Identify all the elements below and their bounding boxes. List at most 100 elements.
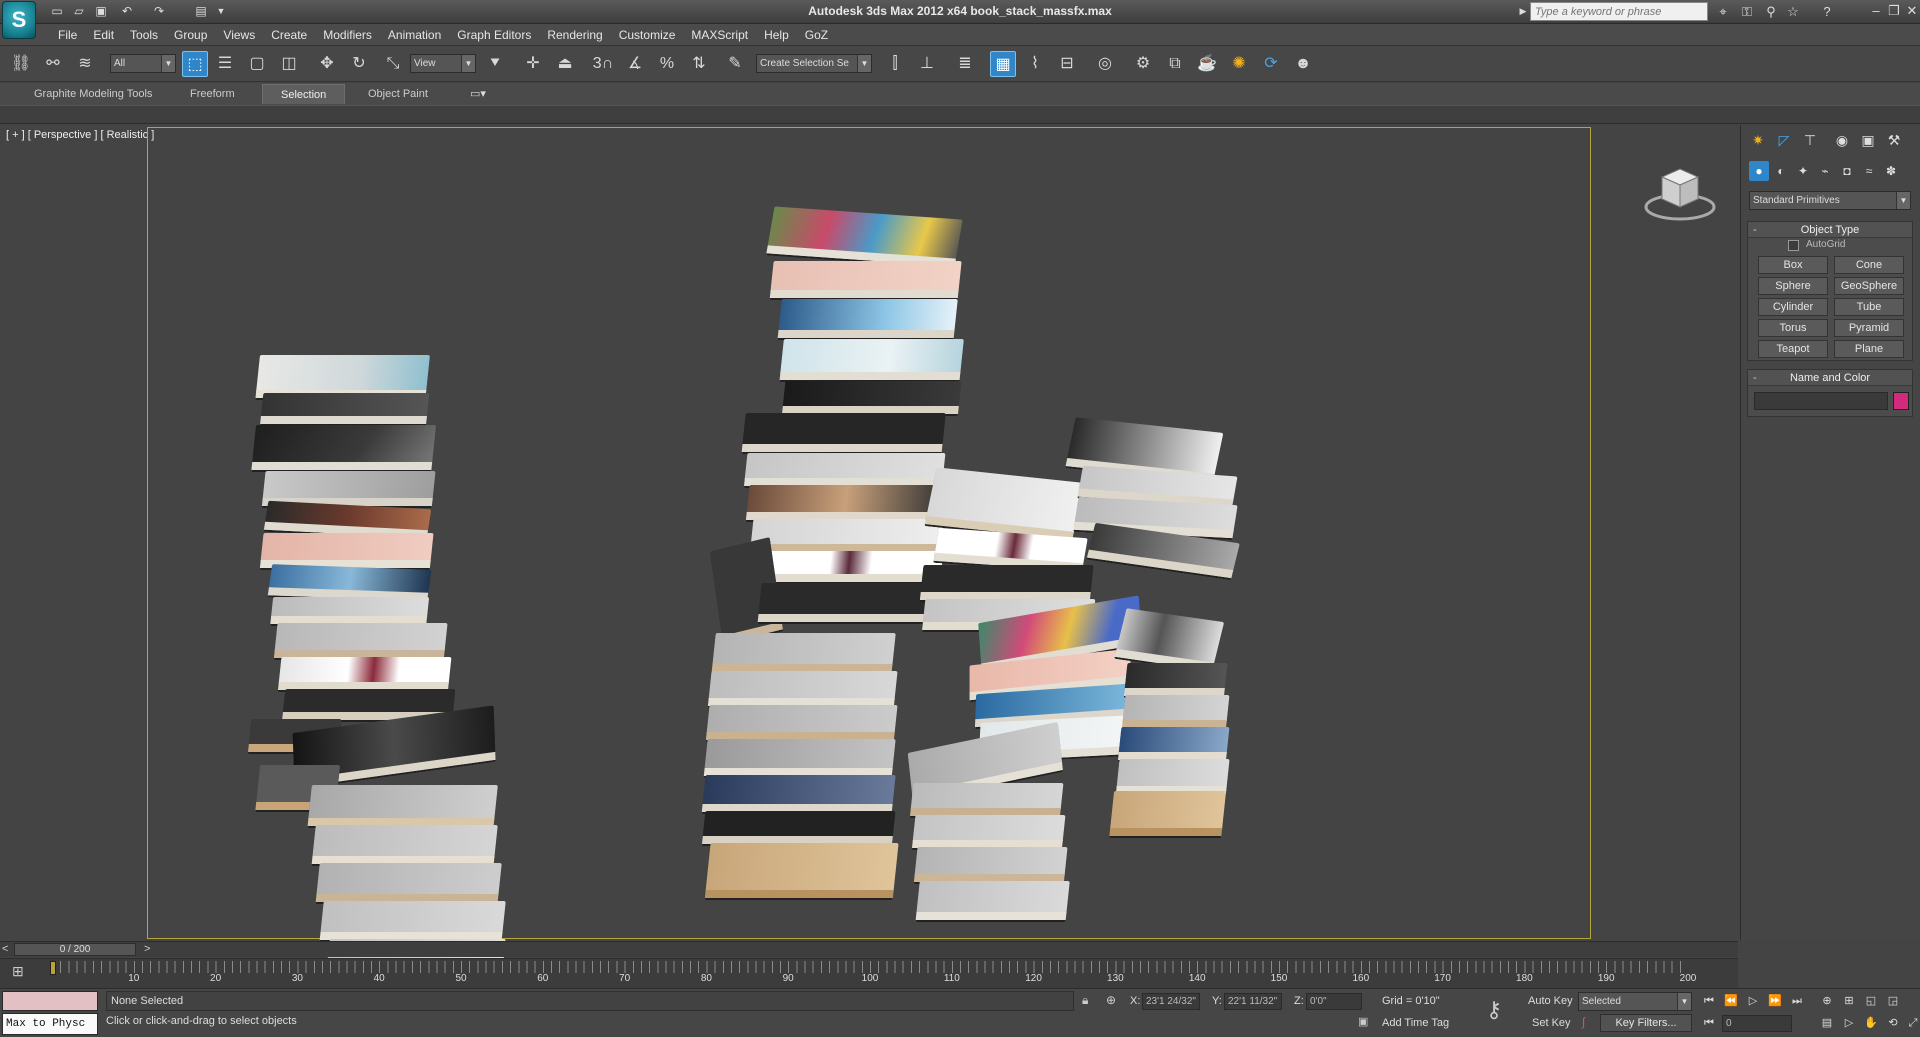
snaps-toggle-icon[interactable]: 3∩ bbox=[590, 51, 616, 77]
torus-button[interactable]: Torus bbox=[1758, 319, 1828, 337]
book[interactable] bbox=[782, 381, 962, 409]
ribbon-options-icon[interactable]: ▭▾ bbox=[470, 87, 486, 100]
modify-panel-icon[interactable]: ◸ bbox=[1773, 129, 1795, 151]
key-mode-toggle-icon[interactable]: ⏮ bbox=[1700, 1015, 1718, 1031]
menu-graph-editors[interactable]: Graph Editors bbox=[449, 28, 539, 42]
tube-button[interactable]: Tube bbox=[1834, 298, 1904, 316]
graphite-toggle-icon[interactable]: ▦ bbox=[990, 51, 1016, 77]
selection-filter-dropdown[interactable]: All ▼ bbox=[110, 54, 176, 73]
viewport-label[interactable]: [ + ] [ Perspective ] [ Realistic ] bbox=[6, 129, 154, 141]
helpers-category-icon[interactable]: ◘ bbox=[1837, 161, 1857, 181]
menu-modifiers[interactable]: Modifiers bbox=[315, 28, 380, 42]
book[interactable] bbox=[278, 657, 452, 685]
select-and-link-icon[interactable]: ⛓ bbox=[8, 51, 34, 77]
orbit-icon[interactable]: ⟲ bbox=[1884, 1015, 1902, 1031]
selection-lock-icon[interactable]: 🔒︎ bbox=[1082, 993, 1088, 1008]
auto-key-button[interactable]: Auto Key bbox=[1528, 995, 1573, 1007]
book[interactable] bbox=[1116, 759, 1230, 789]
book[interactable] bbox=[270, 597, 430, 619]
lights-category-icon[interactable]: ✦ bbox=[1793, 161, 1813, 181]
spacewarps-category-icon[interactable]: ≈ bbox=[1859, 161, 1879, 181]
layer-manager-icon[interactable]: ≣ bbox=[952, 51, 978, 77]
mirror-icon[interactable]: ⫿ bbox=[882, 51, 908, 77]
book-stack-left[interactable] bbox=[248, 355, 520, 1037]
book[interactable] bbox=[912, 815, 1066, 843]
edit-named-selection-icon[interactable]: ✎ bbox=[722, 51, 748, 77]
select-and-scale-icon[interactable]: ⤡ bbox=[380, 51, 406, 77]
rendered-frame-window-icon[interactable]: ⧉ bbox=[1162, 51, 1188, 77]
field-of-view-icon[interactable]: ▷ bbox=[1840, 1015, 1858, 1031]
maxscript-listener-input[interactable]: Max to Physc bbox=[2, 1013, 98, 1035]
render-setup-icon[interactable]: ⚙ bbox=[1130, 51, 1156, 77]
y-coordinate-field[interactable]: 22'1 11/32" bbox=[1224, 993, 1282, 1010]
book[interactable] bbox=[282, 689, 456, 715]
zoom-extents-all-icon[interactable]: ◲ bbox=[1884, 993, 1902, 1009]
tab-object-paint[interactable]: Object Paint bbox=[350, 84, 446, 104]
perspective-viewport[interactable]: [ + ] [ Perspective ] [ Realistic ] bbox=[0, 125, 1738, 973]
massfx-sun-icon[interactable]: ✺ bbox=[1226, 51, 1252, 77]
maximize-viewport-icon[interactable]: ⤢ bbox=[1904, 1015, 1920, 1031]
book[interactable] bbox=[706, 705, 898, 735]
time-tag-icon[interactable]: ▣ bbox=[1358, 1015, 1368, 1028]
book[interactable] bbox=[1115, 608, 1225, 666]
zoom-icon[interactable]: ⊕ bbox=[1818, 993, 1836, 1009]
time-configuration-icon[interactable]: ▤ bbox=[1818, 1015, 1836, 1031]
search-input[interactable] bbox=[1530, 2, 1708, 21]
book[interactable] bbox=[260, 393, 430, 419]
book[interactable] bbox=[767, 206, 963, 262]
book[interactable] bbox=[1124, 663, 1228, 691]
rectangular-selection-icon[interactable]: ▢ bbox=[244, 51, 270, 77]
track-bar[interactable]: ⊞ 10 20 30 40 50 60 70 80 90 100 110 120 130 140 150 16… bbox=[0, 958, 1738, 988]
book[interactable] bbox=[320, 901, 506, 935]
plane-button[interactable]: Plane bbox=[1834, 340, 1904, 358]
book[interactable] bbox=[268, 564, 432, 596]
curve-editor-icon[interactable]: ⌇ bbox=[1022, 51, 1048, 77]
book[interactable] bbox=[251, 425, 437, 465]
menu-maxscript[interactable]: MAXScript bbox=[683, 28, 756, 42]
reference-coordinate-dropdown[interactable]: View ▼ bbox=[410, 54, 476, 73]
named-selection-dropdown[interactable]: Create Selection Se ▼ bbox=[756, 54, 872, 73]
menu-help[interactable]: Help bbox=[756, 28, 797, 42]
play-icon[interactable]: ▷ bbox=[1744, 993, 1762, 1009]
viewcube-icon[interactable] bbox=[1640, 155, 1720, 225]
undo-icon[interactable]: ↶ bbox=[118, 3, 136, 19]
book[interactable] bbox=[1122, 695, 1230, 723]
create-panel-icon[interactable]: ✷ bbox=[1747, 129, 1769, 151]
select-and-manipulate-icon[interactable]: ✛ bbox=[520, 51, 546, 77]
geosphere-button[interactable]: GeoSphere bbox=[1834, 277, 1904, 295]
restore-window-icon[interactable]: ❐ bbox=[1884, 2, 1904, 20]
communication-center-icon[interactable]: ⚲ bbox=[1762, 3, 1780, 20]
bind-to-space-warp-icon[interactable]: ≋ bbox=[72, 51, 98, 77]
help-icon[interactable]: ? bbox=[1818, 3, 1836, 20]
application-logo-icon[interactable]: S bbox=[2, 1, 36, 39]
teapot-button[interactable]: Teapot bbox=[1758, 340, 1828, 358]
book[interactable] bbox=[778, 299, 958, 333]
window-crossing-icon[interactable]: ◫ bbox=[276, 51, 302, 77]
select-and-rotate-icon[interactable]: ↻ bbox=[346, 51, 372, 77]
project-folder-icon[interactable]: ▤ bbox=[192, 3, 210, 19]
cameras-category-icon[interactable]: ⌁ bbox=[1815, 161, 1835, 181]
book[interactable] bbox=[312, 825, 498, 859]
cone-button[interactable]: Cone bbox=[1834, 256, 1904, 274]
close-window-icon[interactable]: ✕ bbox=[1902, 2, 1920, 20]
object-color-swatch[interactable] bbox=[1893, 392, 1909, 410]
tab-freeform[interactable]: Freeform bbox=[172, 84, 253, 104]
material-editor-icon[interactable]: ◎ bbox=[1092, 51, 1118, 77]
open-file-icon[interactable]: ▱ bbox=[70, 3, 88, 19]
book[interactable] bbox=[914, 847, 1068, 877]
set-key-button[interactable]: Set Key bbox=[1532, 1017, 1571, 1029]
display-panel-icon[interactable]: ▣ bbox=[1857, 129, 1879, 151]
book[interactable] bbox=[702, 775, 896, 807]
schematic-view-icon[interactable]: ⊟ bbox=[1054, 51, 1080, 77]
current-frame-field[interactable]: 0 bbox=[1722, 1015, 1792, 1032]
time-cursor[interactable] bbox=[50, 961, 56, 975]
systems-category-icon[interactable]: ✽ bbox=[1881, 161, 1901, 181]
go-to-start-icon[interactable]: ⏮ bbox=[1700, 993, 1718, 1009]
menu-rendering[interactable]: Rendering bbox=[539, 28, 610, 42]
shapes-category-icon[interactable]: ◐ bbox=[1771, 161, 1791, 181]
box-button[interactable]: Box bbox=[1758, 256, 1828, 274]
zoom-extents-icon[interactable]: ◱ bbox=[1862, 993, 1880, 1009]
minimize-window-icon[interactable]: – bbox=[1866, 2, 1886, 20]
pyramid-button[interactable]: Pyramid bbox=[1834, 319, 1904, 337]
time-slider[interactable]: < 0 / 200 > bbox=[0, 941, 1738, 957]
